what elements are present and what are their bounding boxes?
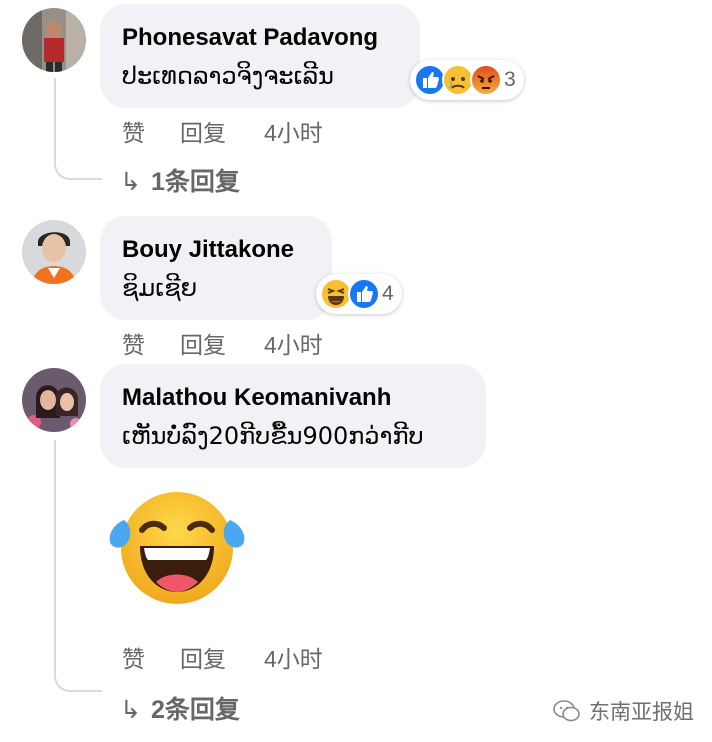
timestamp[interactable]: 4小时 (264, 114, 323, 148)
reaction-count: 4 (382, 282, 394, 305)
comment-bubble (100, 4, 420, 108)
thread-line (54, 78, 56, 160)
comment-author[interactable]: Phonesavat Padavong (122, 24, 378, 52)
comment-author[interactable]: Malathou Keomanivanh (122, 384, 391, 412)
like-button[interactable]: 赞 (122, 326, 145, 360)
avatar[interactable] (22, 8, 86, 72)
thread-line (54, 440, 56, 670)
reply-arrow-icon: ↳ (120, 696, 141, 724)
avatar[interactable] (22, 220, 86, 284)
comment-author[interactable]: Bouy Jittakone (122, 236, 294, 264)
reply-arrow-icon: ↳ (120, 168, 141, 196)
watermark-text: 东南亚报姐 (589, 701, 694, 724)
like-button[interactable]: 赞 (122, 114, 145, 148)
view-replies-button[interactable]: ↳ 2条回复 (120, 690, 240, 726)
reply-button[interactable]: 回复 (180, 326, 226, 360)
replies-label: 2条回复 (150, 696, 240, 724)
tears-of-joy-sticker (109, 492, 245, 604)
angry-icon (470, 64, 502, 96)
thread-line-curve (54, 158, 102, 180)
comment-bubble (100, 364, 486, 468)
like-icon (348, 278, 380, 310)
reaction-count: 3 (504, 68, 516, 91)
like-button[interactable]: 赞 (122, 640, 145, 674)
reply-button[interactable]: 回复 (180, 114, 226, 148)
wechat-icon (553, 700, 580, 722)
view-replies-button[interactable]: ↳ 1条回复 (120, 162, 240, 198)
timestamp[interactable]: 4小时 (264, 326, 323, 360)
comment-text: ປະເທດລາວຈິງຈະເລີນ (122, 62, 334, 90)
comment-bubble (100, 216, 332, 320)
reaction-summary[interactable]: 3 (410, 60, 524, 100)
reaction-summary[interactable]: 4 (316, 274, 402, 314)
watermark: 东南亚报姐 (553, 696, 694, 726)
comment-text: ເຫັນບໍ່ລົງ20ກີບຂື້ນ900ກວ່າກີບ (122, 422, 424, 450)
replies-label: 1条回复 (150, 168, 240, 196)
timestamp[interactable]: 4小时 (264, 640, 323, 674)
thread-line-curve (54, 668, 102, 692)
avatar[interactable] (22, 368, 86, 432)
comment-text: ຊິມເຊີຍ (122, 274, 198, 302)
reply-button[interactable]: 回复 (180, 640, 226, 674)
